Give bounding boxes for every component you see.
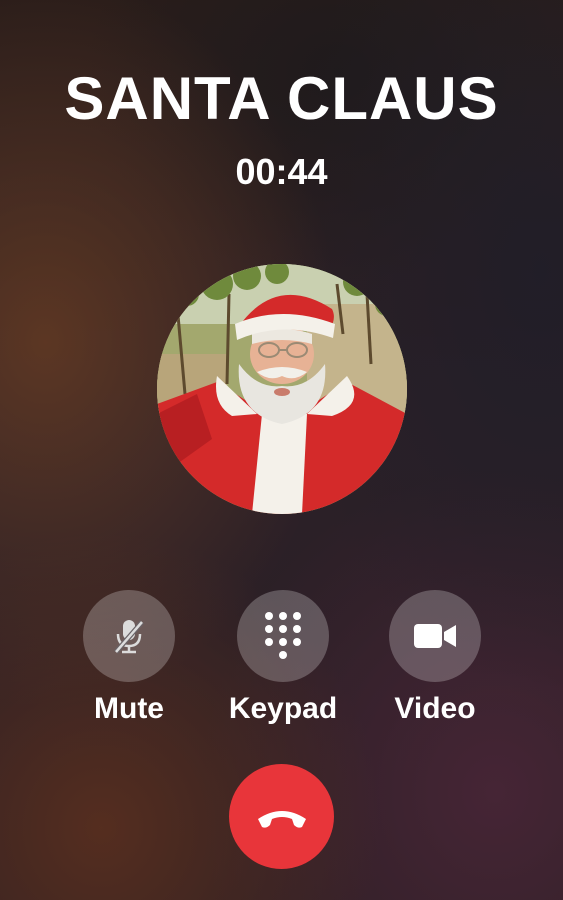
call-timer: 00:44: [235, 151, 328, 192]
mic-off-icon: [114, 620, 144, 654]
video-action[interactable]: Video: [375, 590, 495, 726]
end-call-icon: [257, 810, 306, 828]
mute-action[interactable]: Mute: [69, 590, 189, 726]
end-call-button[interactable]: [229, 764, 334, 869]
contact-name: SANTA CLAUS: [64, 65, 499, 132]
contact-avatar: [157, 264, 407, 514]
video-button[interactable]: [389, 590, 481, 682]
mute-label: Mute: [94, 692, 164, 725]
santa-photo: [157, 264, 407, 514]
keypad-button[interactable]: [237, 590, 329, 682]
keypad-label: Keypad: [228, 692, 338, 725]
mute-button[interactable]: [83, 590, 175, 682]
keypad-action[interactable]: Keypad: [223, 590, 343, 726]
video-camera-icon: [414, 624, 456, 648]
video-label: Video: [394, 692, 476, 725]
keypad-icon: [265, 612, 301, 659]
